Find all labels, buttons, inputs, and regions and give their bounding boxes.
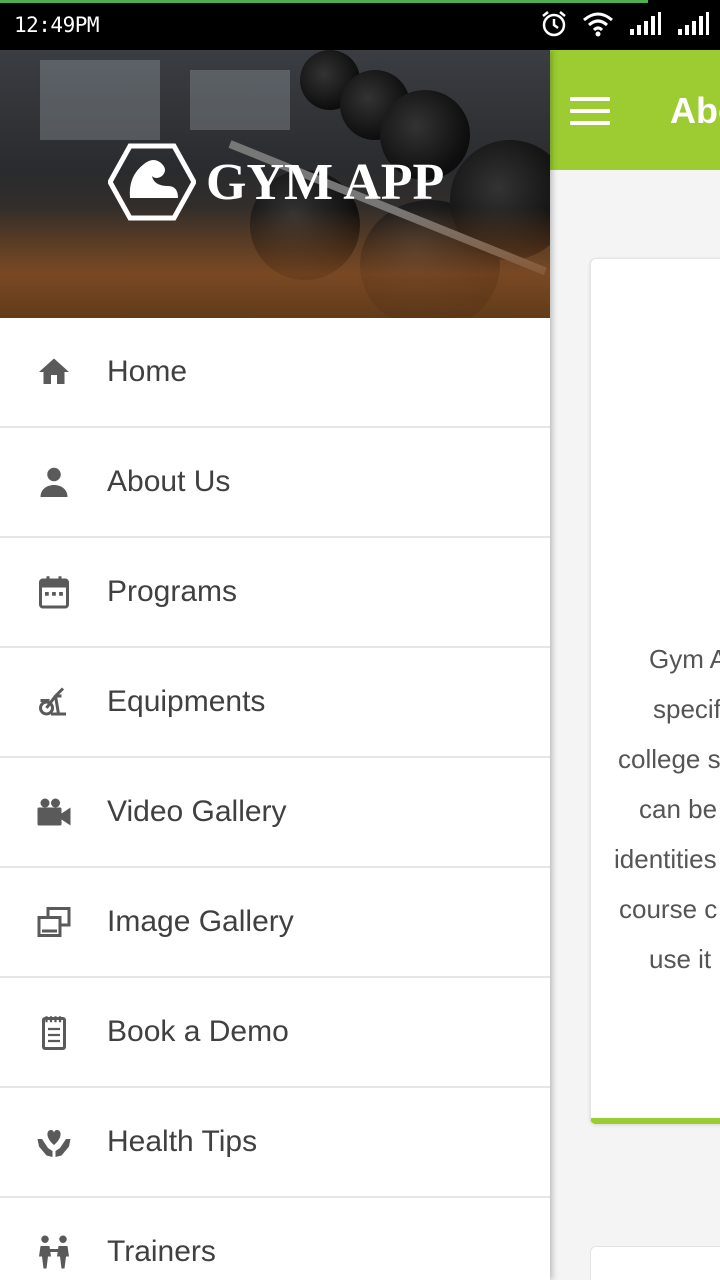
app-toolbar: Abo: [550, 50, 720, 170]
about-text-line: Gym A: [649, 644, 720, 674]
signal-icon: [678, 12, 709, 35]
menu-label: Programs: [107, 575, 238, 608]
flexed-arm-icon: [108, 143, 196, 221]
about-text-line: identities: [614, 844, 717, 874]
menu-label: Image Gallery: [107, 905, 294, 938]
menu-item-equipments[interactable]: Equipments: [0, 648, 550, 758]
heart-hands-icon: [36, 1124, 72, 1160]
menu-label: Health Tips: [107, 1125, 258, 1158]
floor: [0, 208, 550, 318]
menu-label: About Us: [107, 465, 231, 498]
menu-item-video-gallery[interactable]: Video Gallery: [0, 758, 550, 868]
about-text-line: college s: [618, 744, 720, 774]
menu-label: Home: [107, 355, 188, 388]
screen: 12:49PM Ab Gym A specif college s can be…: [0, 0, 720, 1280]
app-name: GYM APP: [206, 153, 445, 211]
menu-label: Equipments: [107, 685, 266, 718]
hamburger-icon[interactable]: [570, 97, 610, 125]
navigation-drawer: GYM APP Home About Us Programs Equipment…: [0, 50, 550, 1280]
menu-item-home[interactable]: Home: [0, 318, 550, 428]
drawer-header: GYM APP: [0, 50, 550, 318]
menu-label: Video Gallery: [107, 795, 287, 828]
toolbar-title: Abo: [670, 90, 720, 131]
status-bar: 12:49PM: [0, 0, 720, 50]
about-card: Gym A specif college s can be identities…: [590, 258, 720, 1124]
notepad-icon: [36, 1014, 72, 1050]
trainers-icon: [36, 1234, 72, 1270]
calendar-icon: [36, 574, 72, 610]
about-text-line: can be: [639, 794, 718, 824]
menu-label: Trainers: [107, 1235, 216, 1268]
menu-item-about-us[interactable]: About Us: [0, 428, 550, 538]
exercise-bike-icon: [36, 684, 72, 720]
video-camera-icon: [36, 794, 72, 830]
menu-item-trainers[interactable]: Trainers: [0, 1198, 550, 1280]
image-gallery-icon: [36, 904, 72, 940]
app-logo: GYM APP: [108, 142, 444, 222]
status-icons: [540, 10, 710, 38]
loading-progress-bar: [0, 0, 648, 3]
status-time: 12:49PM: [14, 13, 100, 37]
menu-item-image-gallery[interactable]: Image Gallery: [0, 868, 550, 978]
drawer-menu: Home About Us Programs Equipments Video …: [0, 318, 550, 1280]
person-icon: [36, 464, 72, 500]
home-icon: [36, 354, 72, 390]
menu-item-book-a-demo[interactable]: Book a Demo: [0, 978, 550, 1088]
about-text-line: course c: [619, 894, 718, 924]
menu-label: Book a Demo: [107, 1015, 289, 1048]
signal-icon: [630, 12, 661, 35]
about-text-line: use it: [649, 944, 712, 974]
secondary-card: [590, 1246, 720, 1280]
menu-item-health-tips[interactable]: Health Tips: [0, 1088, 550, 1198]
wifi-icon: [583, 12, 613, 37]
background-window: [190, 70, 290, 130]
alarm-icon: [542, 11, 566, 37]
menu-item-programs[interactable]: Programs: [0, 538, 550, 648]
background-window: [40, 60, 160, 140]
about-text-line: specif: [653, 694, 720, 724]
